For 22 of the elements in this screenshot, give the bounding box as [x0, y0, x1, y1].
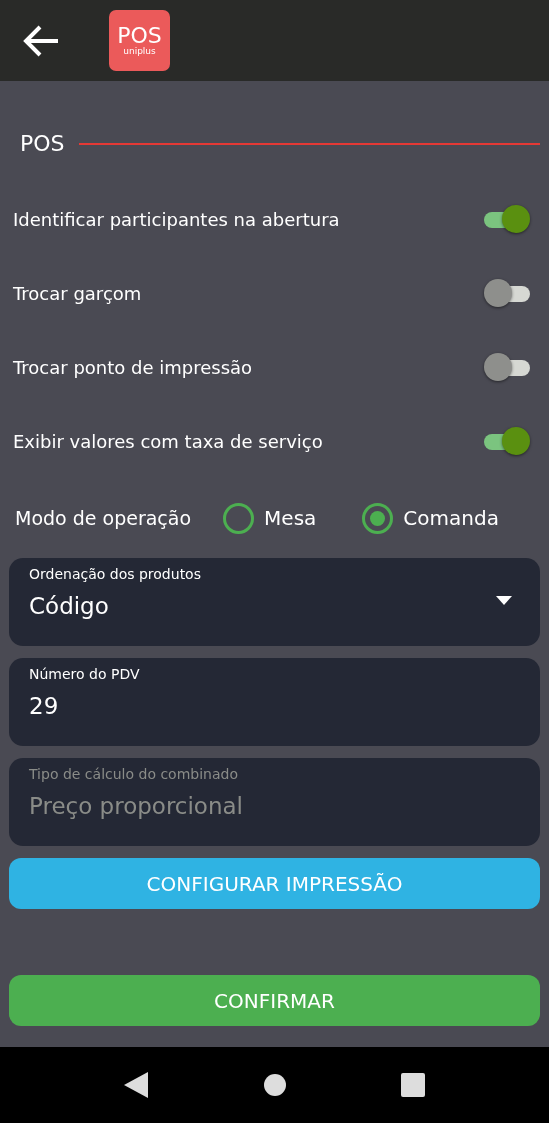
toggle-switch[interactable]: [484, 353, 530, 381]
toggle-switch[interactable]: [484, 205, 530, 233]
input-field[interactable]: Número do PDV 29: [9, 658, 540, 746]
radio-label: Mesa: [264, 505, 317, 532]
toggle-switch[interactable]: [484, 427, 530, 455]
radio-button[interactable]: [223, 502, 255, 534]
caret-icon: [496, 596, 512, 605]
radio-label: Comanda: [403, 505, 499, 532]
input-field: Tipo de cálculo do combinado Preço proporcional: [9, 758, 540, 846]
setting-label: Trocar ponto de impressão: [13, 355, 253, 380]
app-logo: POS uniplus: [109, 10, 170, 71]
setting-label: Identificar participantes na abertura: [13, 207, 340, 232]
setting-label: Trocar garçom: [13, 281, 142, 306]
dropdown-field[interactable]: Ordenação dos produtos Código: [9, 558, 540, 646]
radio-group-label: Modo de operação: [15, 505, 192, 531]
section-title: POS: [20, 130, 65, 158]
toggle-switch[interactable]: [484, 279, 530, 307]
setting-label: Exibir valores com taxa de serviço: [13, 429, 323, 454]
back-icon[interactable]: [124, 1072, 148, 1098]
radio-button[interactable]: [362, 502, 394, 534]
home-icon[interactable]: [264, 1074, 286, 1096]
back-icon[interactable]: [22, 23, 60, 58]
